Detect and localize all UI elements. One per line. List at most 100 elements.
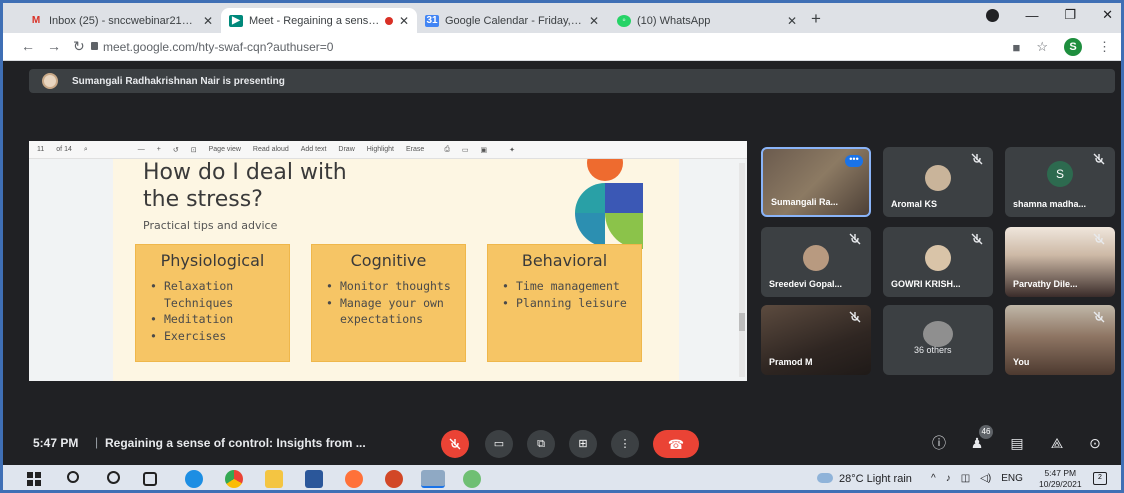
camera-icon[interactable]: ■ — [1012, 40, 1020, 55]
back-icon[interactable]: ← — [21, 38, 35, 54]
forward-icon[interactable]: → — [47, 38, 61, 54]
meeting-details-icon[interactable]: ⓘ — [929, 433, 949, 453]
card-list: Time management Planning leisure — [502, 278, 641, 311]
card-heading: Cognitive — [350, 251, 427, 270]
participant-name: Pramod M — [769, 357, 813, 367]
host-controls-icon[interactable]: ⊙ — [1085, 433, 1105, 453]
minimize-icon[interactable]: — — [1025, 8, 1038, 23]
card-heading: Physiological — [160, 251, 265, 270]
participant-tile[interactable]: S shamna madha... — [1005, 147, 1115, 217]
profile-icon[interactable] — [986, 8, 1000, 22]
captions-button[interactable]: ⧉ — [527, 430, 555, 458]
page-view-button[interactable]: Page view — [209, 146, 241, 153]
activities-icon[interactable]: ⟁ — [1047, 433, 1067, 453]
chrome-icon[interactable] — [225, 470, 243, 488]
participant-tile[interactable]: 36 others — [883, 305, 993, 375]
add-text-button[interactable]: Add text — [301, 146, 327, 153]
tab-gmail[interactable]: M Inbox (25) - snccwebinar21@gm ✕ — [21, 8, 221, 33]
erase-button[interactable]: Erase — [406, 146, 424, 153]
zoom-in-icon[interactable]: + — [157, 146, 161, 153]
camera-toggle-button[interactable]: ▭ — [485, 430, 513, 458]
close-icon[interactable]: ✕ — [203, 14, 213, 28]
list-item: Manage your own expectations — [326, 295, 465, 328]
notifications-icon[interactable]: 2 — [1093, 472, 1107, 485]
slide-subtitle: Practical tips and advice — [143, 219, 278, 232]
url-field[interactable]: meet.google.com/hty-swaf-cqn?authuser=0 — [103, 40, 333, 54]
page-total: of 14 — [56, 146, 72, 153]
highlight-button[interactable]: Highlight — [367, 146, 394, 153]
participant-tile[interactable]: Parvathy Dile... — [1005, 227, 1115, 297]
bookmark-star-icon[interactable]: ☆ — [1036, 39, 1048, 55]
card-physiological: Physiological Relaxation Techniques Medi… — [135, 244, 290, 362]
app-icon[interactable] — [463, 470, 481, 488]
participant-tile[interactable]: GOWRI KRISH... — [883, 227, 993, 297]
share-icon[interactable]: ▣ — [481, 146, 488, 154]
mic-tray-icon[interactable]: ♪ — [946, 473, 951, 484]
edge-icon[interactable] — [185, 470, 203, 488]
word-icon[interactable] — [305, 470, 323, 488]
firefox-icon[interactable] — [345, 470, 363, 488]
scrollbar[interactable] — [739, 163, 745, 377]
zoom-out-icon[interactable]: — — [138, 146, 145, 153]
rotate-icon[interactable]: ↺ — [173, 146, 179, 154]
search-icon[interactable] — [67, 471, 79, 483]
close-icon[interactable]: ✕ — [589, 14, 599, 28]
volume-icon[interactable]: ◁) — [980, 473, 991, 484]
clock-time: 5:47 PM — [1044, 468, 1077, 478]
close-window-icon[interactable]: ✕ — [1102, 7, 1113, 23]
fit-icon[interactable]: ⊡ — [191, 146, 197, 154]
scrollbar-thumb[interactable] — [739, 313, 745, 331]
participant-tile[interactable]: Sreedevi Gopal... — [761, 227, 871, 297]
pin-icon[interactable]: ✦ — [509, 146, 515, 154]
system-tray: ^ ♪ ◫ ◁) ENG — [931, 473, 1023, 484]
weather-text[interactable]: 28°C Light rain — [839, 473, 912, 485]
print-icon[interactable]: ⎙ — [444, 146, 450, 154]
card-behavioral: Behavioral Time management Planning leis… — [487, 244, 642, 362]
restore-icon[interactable]: ❐ — [1064, 7, 1076, 23]
language-indicator[interactable]: ENG — [1001, 473, 1023, 484]
present-button[interactable]: ⊞ — [569, 430, 597, 458]
screen: M Inbox (25) - snccwebinar21@gm ✕ ▶ Meet… — [0, 0, 1124, 493]
avatar — [925, 245, 951, 271]
taskbar-clock[interactable]: 5:47 PM 10/29/2021 — [1039, 468, 1082, 490]
card-heading: Behavioral — [521, 251, 608, 270]
read-aloud-button[interactable]: Read aloud — [253, 146, 289, 153]
windows-start-icon[interactable] — [27, 472, 41, 486]
os-taskbar: 28°C Light rain ^ ♪ ◫ ◁) ENG 5:47 PM 10/… — [3, 465, 1121, 490]
avatar[interactable]: S — [1064, 38, 1082, 56]
reload-icon[interactable]: ↻ — [73, 38, 85, 55]
page-number[interactable]: 11 — [37, 146, 44, 153]
avatar — [803, 245, 829, 271]
search-icon[interactable]: ⌕ — [84, 146, 88, 154]
task-view-icon[interactable] — [143, 472, 157, 486]
chat-icon[interactable]: ▤ — [1007, 433, 1027, 453]
tab-whatsapp[interactable]: ◦ (10) WhatsApp ✕ — [609, 8, 805, 33]
new-tab-button[interactable]: + — [811, 9, 821, 29]
tab-meet[interactable]: ▶ Meet - Regaining a sense of ✕ — [221, 8, 417, 33]
participant-tile[interactable]: ••• Sumangali Ra... — [761, 147, 871, 217]
powerpoint-icon[interactable] — [385, 470, 403, 488]
save-icon[interactable]: ▭ — [462, 146, 469, 154]
chrome-profile-icon[interactable] — [421, 470, 445, 488]
network-icon[interactable]: ◫ — [961, 473, 970, 484]
tab-calendar[interactable]: 31 Google Calendar - Friday, Octob ✕ — [417, 8, 607, 33]
participant-name: GOWRI KRISH... — [891, 279, 961, 289]
meeting-title: Regaining a sense of control: Insights f… — [105, 436, 366, 450]
participant-tile[interactable]: Pramod M — [761, 305, 871, 375]
draw-button[interactable]: Draw — [338, 146, 354, 153]
browser-tab-bar: M Inbox (25) - snccwebinar21@gm ✕ ▶ Meet… — [3, 3, 1121, 33]
cortana-icon[interactable] — [107, 471, 120, 484]
participant-tile[interactable]: You — [1005, 305, 1115, 375]
chevron-up-icon[interactable]: ^ — [931, 473, 936, 484]
mic-toggle-button[interactable] — [441, 430, 469, 458]
leave-call-button[interactable]: ☎ — [653, 430, 699, 458]
close-icon[interactable]: ✕ — [399, 14, 409, 28]
presenting-banner: Sumangali Radhakrishnan Nair is presenti… — [29, 69, 1115, 93]
participant-tile[interactable]: Aromal KS — [883, 147, 993, 217]
menu-icon[interactable]: ⋮ — [1098, 39, 1111, 55]
card-cognitive: Cognitive Monitor thoughts Manage your o… — [311, 244, 466, 362]
more-options-icon[interactable]: ••• — [845, 155, 863, 167]
close-icon[interactable]: ✕ — [787, 14, 797, 28]
more-options-button[interactable]: ⋮ — [611, 430, 639, 458]
file-explorer-icon[interactable] — [265, 470, 283, 488]
